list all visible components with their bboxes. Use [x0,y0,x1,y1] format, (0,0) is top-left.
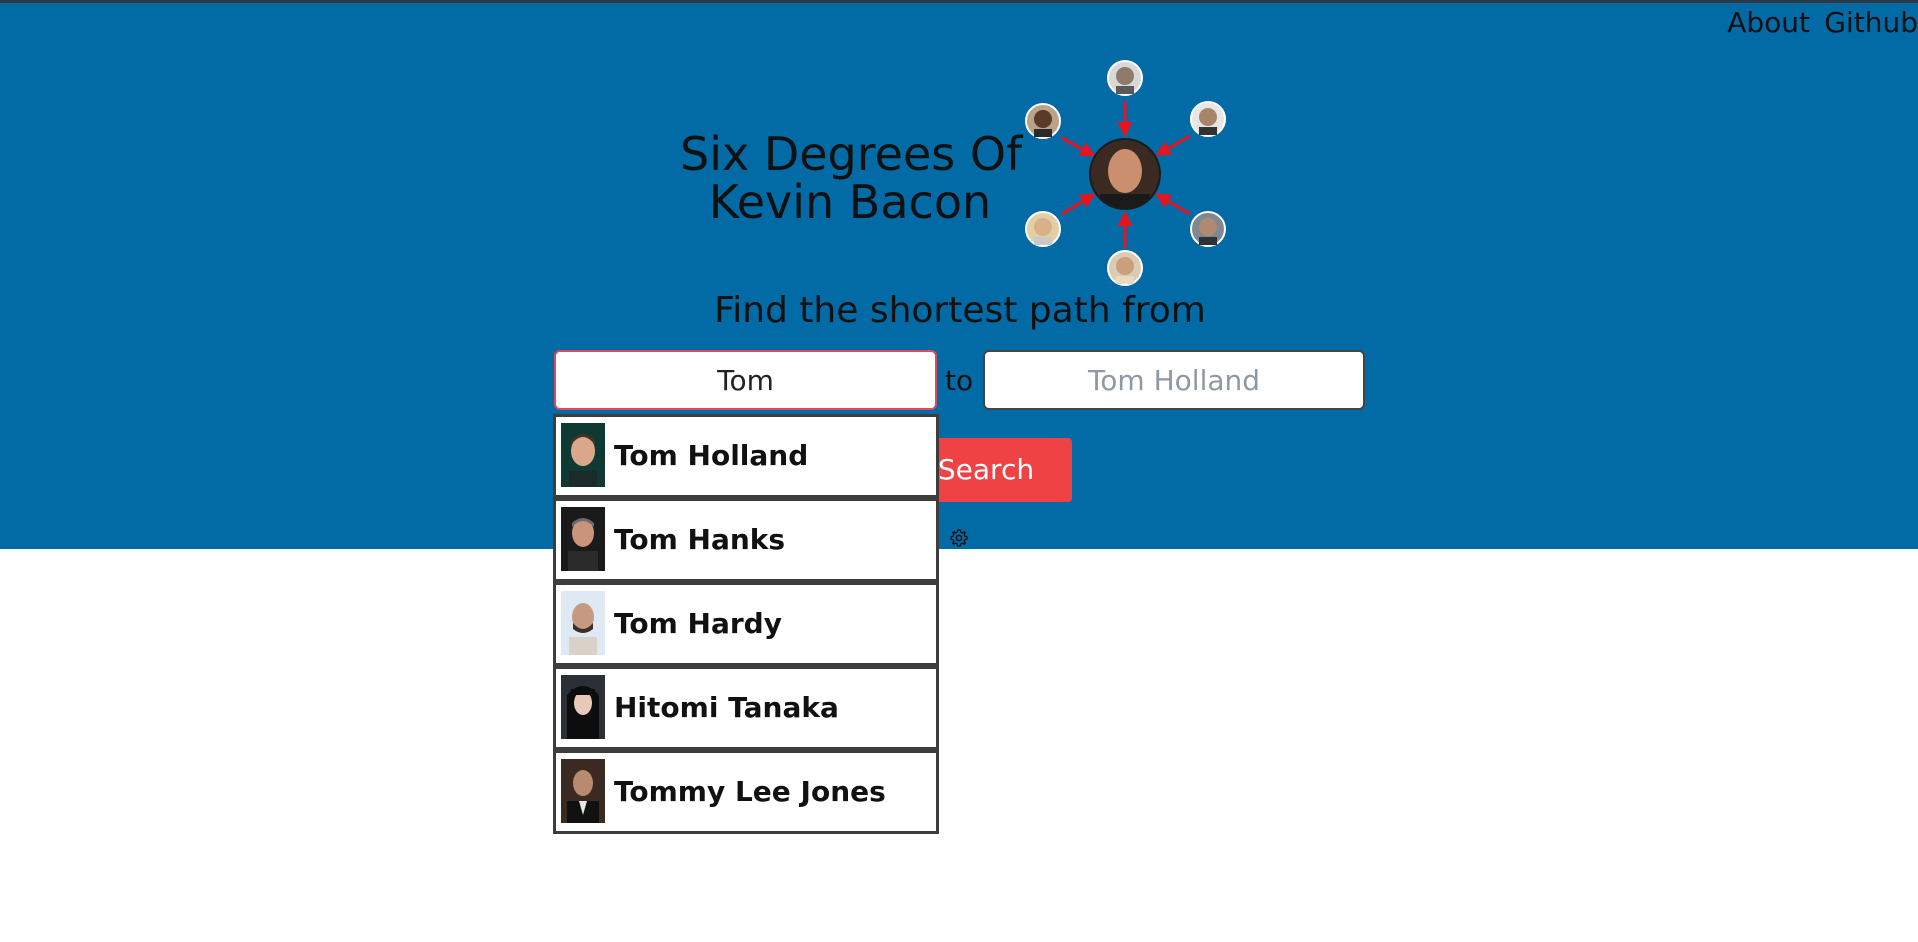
nav-about-link[interactable]: About [1727,6,1810,39]
to-label: to [945,364,974,397]
to-actor-input[interactable] [983,350,1365,410]
actor-avatar [1190,211,1226,247]
autocomplete-dropdown: Tom Holland Tom Hanks Tom Hardy Hitomi T… [553,414,939,834]
page-title: Six Degrees Of Kevin Bacon [680,127,1023,229]
suggestion-item[interactable]: Tom Hardy [553,582,939,666]
suggestion-label: Tom Hardy [614,607,782,640]
suggestion-item[interactable]: Tom Holland [553,414,939,498]
actor-avatar [1025,211,1061,247]
page-title-line-2: Kevin Bacon [708,175,992,229]
page-title-line-1: Six Degrees Of [680,127,1023,181]
actor-photo [561,675,605,739]
actor-photo [561,423,605,487]
nav-github-link[interactable]: Github [1824,6,1918,39]
suggestion-item[interactable]: Tommy Lee Jones [553,750,939,834]
actor-avatar [1107,250,1143,286]
actor-photo [561,759,605,823]
actor-photo [561,507,605,571]
suggestion-label: Hitomi Tanaka [614,691,839,724]
actor-avatar [1107,60,1143,96]
settings-gear-icon[interactable] [949,528,969,548]
suggestion-item[interactable]: Tom Hanks [553,498,939,582]
actor-avatar [1025,103,1061,139]
search-subtitle: Find the shortest path from [714,290,1206,331]
actor-avatar [1190,101,1226,137]
suggestion-label: Tommy Lee Jones [614,775,886,808]
suggestion-item[interactable]: Hitomi Tanaka [553,666,939,750]
from-actor-input[interactable] [554,350,937,410]
kevin-bacon-network-logo [1025,60,1226,286]
suggestion-label: Tom Hanks [614,523,786,556]
actor-photo [561,591,605,655]
suggestion-label: Tom Holland [614,439,809,472]
kevin-bacon-avatar [1089,138,1161,210]
